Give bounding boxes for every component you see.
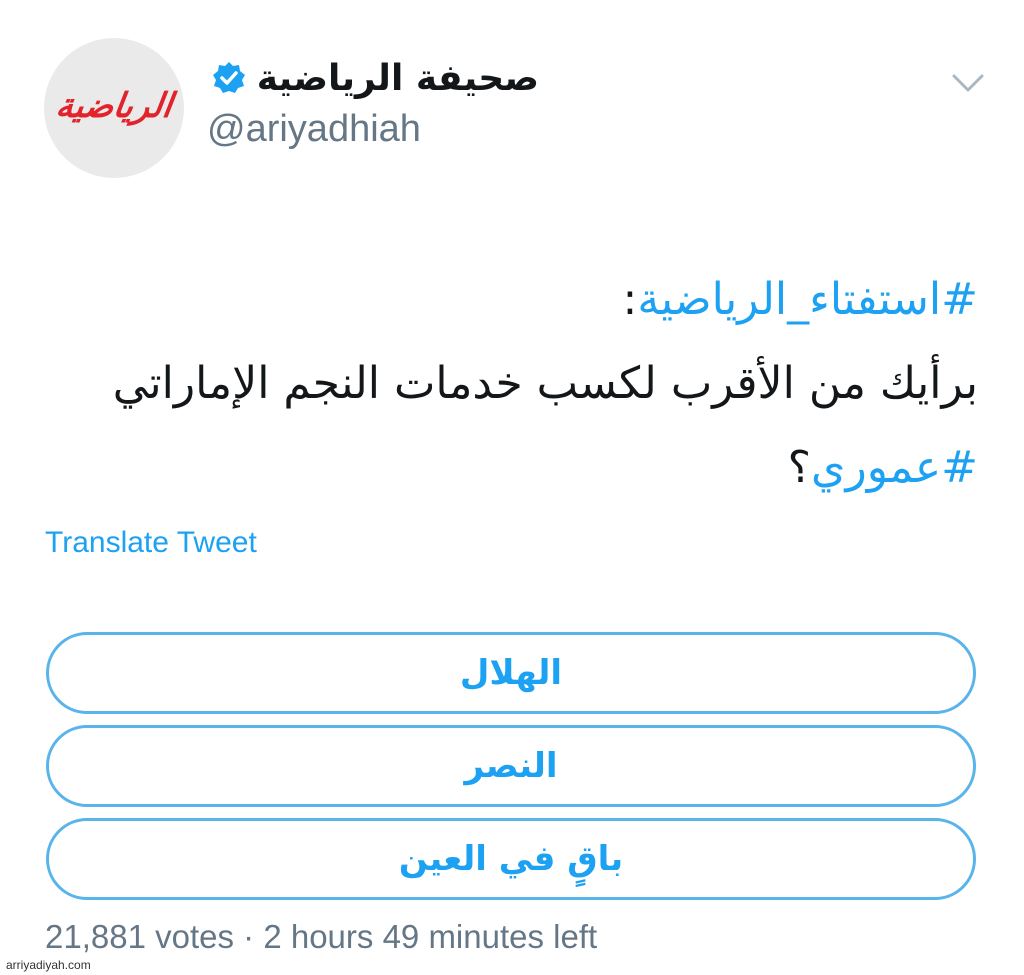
chevron-down-icon[interactable] [950, 68, 986, 98]
avatar[interactable]: الرياضية [44, 38, 184, 178]
poll-footer: 21,881 votes · 2 hours 49 minutes left [45, 918, 597, 956]
vote-count: 21,881 votes [45, 918, 234, 955]
poll-option-3[interactable]: باقٍ في العين [46, 818, 976, 900]
translate-tweet-link[interactable]: Translate Tweet [45, 526, 257, 560]
account-handle[interactable]: @ariyadhiah [207, 108, 421, 151]
tweet-body: برأيك من الأقرب لكسب خدمات النجم الإمارا… [112, 358, 978, 409]
avatar-logo: الرياضية [53, 86, 175, 126]
question-mark: ؟ [787, 442, 812, 493]
display-name-row[interactable]: صحيفة الرياضية [211, 50, 539, 106]
tweet-line-3: #عموري؟ [38, 426, 978, 510]
verified-badge-icon [211, 60, 247, 96]
tweet-line-1: #استفتاء_الرياضية: [38, 258, 978, 342]
hashtag-player[interactable]: #عموري [811, 442, 978, 493]
poll-option-2[interactable]: النصر [46, 725, 976, 807]
time-left: 2 hours 49 minutes left [263, 918, 598, 955]
display-name[interactable]: صحيفة الرياضية [257, 58, 539, 99]
footer-separator: · [243, 918, 255, 955]
tweet-colon: : [622, 274, 638, 325]
watermark: arriyadiyah.com [6, 958, 91, 972]
tweet-text: #استفتاء_الرياضية: برأيك من الأقرب لكسب … [38, 258, 978, 510]
poll-option-1[interactable]: الهلال [46, 632, 976, 714]
hashtag-poll[interactable]: #استفتاء_الرياضية [637, 274, 978, 325]
